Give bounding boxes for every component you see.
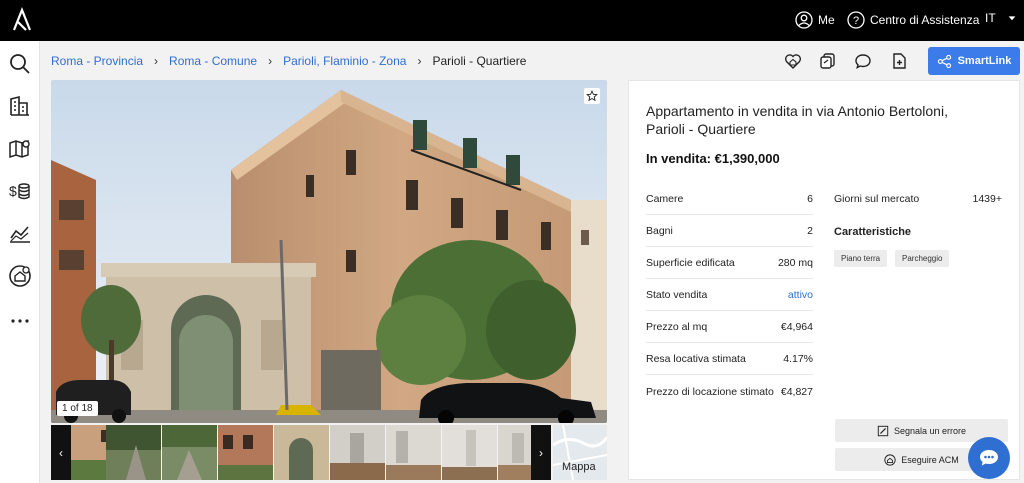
detail-row-prezzo-mq: Prezzo al mq €4,964 (646, 321, 813, 333)
detail-label: Resa locativa stimata (646, 353, 746, 365)
breadcrumb-provincia[interactable]: Roma - Provincia (51, 54, 143, 68)
thumbnail[interactable] (218, 425, 273, 480)
map-location-icon[interactable] (8, 137, 32, 161)
detail-label: Camere (646, 193, 684, 205)
detail-row-bagni: Bagni 2 (646, 225, 813, 237)
detail-value: 4.17% (783, 353, 813, 365)
user-icon (795, 11, 813, 29)
thumbnail[interactable] (330, 425, 385, 480)
more-icon[interactable] (8, 309, 32, 333)
feature-chip: Parcheggio (895, 250, 950, 267)
detail-row-resa: Resa locativa stimata 4.17% (646, 353, 813, 365)
detail-value: 6 (807, 193, 813, 205)
divider (646, 374, 813, 375)
days-on-market: Giorni sul mercato 1439+ (834, 193, 1002, 205)
add-document-icon[interactable] (890, 52, 908, 70)
help-label: Centro di Assistenza (870, 13, 980, 27)
breadcrumb-current: Parioli - Quartiere (432, 54, 527, 68)
report-error-label: Segnala un errore (893, 425, 967, 436)
photo-counter: 1 of 18 (57, 401, 98, 416)
listing-price: In vendita: €1,390,000 (646, 151, 780, 166)
star-icon (586, 90, 598, 102)
detail-value: 280 mq (777, 257, 813, 269)
thumbnail[interactable] (106, 425, 161, 480)
breadcrumb-separator: › (417, 54, 422, 68)
favorite-home-icon[interactable] (784, 52, 802, 70)
me-menu[interactable]: Me (795, 11, 835, 29)
detail-label: Bagni (646, 225, 673, 237)
home-value-icon[interactable] (8, 264, 32, 288)
thumbnail-next-button[interactable]: › (531, 425, 551, 480)
detail-row-stato: Stato vendita attivo (646, 289, 813, 301)
favorite-star-button[interactable] (584, 88, 600, 104)
copy-link-icon[interactable] (819, 52, 837, 70)
detail-value: €4,964 (780, 321, 813, 333)
days-label: Giorni sul mercato (834, 193, 920, 205)
comment-icon[interactable] (854, 52, 872, 70)
top-bar: Me ? Centro di Assistenza IT (0, 0, 1024, 41)
valuation-icon[interactable]: $ (8, 179, 32, 203)
detail-label: Prezzo al mq (646, 321, 708, 333)
language-select[interactable]: IT (985, 11, 1017, 25)
listing-title: Appartamento in vendita in via Antonio B… (646, 103, 948, 137)
divider (646, 310, 813, 311)
market-trends-icon[interactable] (8, 222, 32, 246)
detail-value: 2 (807, 225, 813, 237)
breadcrumb-separator: › (268, 54, 273, 68)
detail-label: Prezzo di locazione stimato (646, 386, 774, 398)
features-title: Caratteristiche (834, 226, 912, 238)
thumbnail[interactable] (274, 425, 329, 480)
detail-label: Superficie edificata (646, 257, 735, 269)
help-icon: ? (847, 11, 865, 29)
smartlink-button[interactable]: SmartLink (928, 47, 1020, 75)
feature-chip: Piano terra (834, 250, 888, 267)
logo-icon[interactable] (8, 6, 36, 34)
help-center-link[interactable]: ? Centro di Assistenza (847, 11, 979, 29)
thumbnail[interactable] (386, 425, 441, 480)
thumbnail[interactable] (162, 425, 217, 480)
detail-row-superficie: Superficie edificata 280 mq (646, 257, 813, 269)
me-label: Me (818, 13, 835, 27)
detail-row-locazione: Prezzo di locazione stimato €4,827 (646, 386, 813, 398)
breadcrumb: Roma - Provincia › Roma - Comune › Pario… (51, 54, 526, 68)
svg-text:?: ? (853, 15, 859, 27)
breadcrumb-zona[interactable]: Parioli, Flaminio - Zona (283, 54, 406, 68)
days-value: 1439+ (972, 193, 1003, 205)
caret-down-icon (1008, 16, 1016, 21)
main-property-photo[interactable] (51, 80, 607, 423)
smartlink-label: SmartLink (957, 55, 1012, 67)
breadcrumb-comune[interactable]: Roma - Comune (169, 54, 257, 68)
home-value-icon (884, 453, 896, 466)
search-icon[interactable] (8, 52, 32, 76)
sidebar: $ (0, 41, 40, 483)
svg-text:$: $ (9, 183, 17, 199)
share-icon (937, 54, 951, 68)
thumbnail-strip (51, 425, 551, 480)
divider (646, 214, 813, 215)
language-label: IT (985, 11, 996, 25)
divider (646, 342, 813, 343)
breadcrumb-separator: › (154, 54, 159, 68)
divider (646, 246, 813, 247)
map-label[interactable]: Mappa (562, 461, 596, 473)
thumbnail-prev-button[interactable]: ‹ (51, 425, 71, 480)
chat-button[interactable] (968, 437, 1010, 479)
detail-row-camere: Camere 6 (646, 193, 813, 205)
edit-icon (877, 425, 889, 436)
status-link[interactable]: attivo (788, 289, 813, 301)
detail-label: Stato vendita (646, 289, 708, 301)
thumbnail[interactable] (442, 425, 497, 480)
detail-value: €4,827 (780, 386, 813, 398)
buildings-icon[interactable] (8, 94, 32, 118)
divider (646, 278, 813, 279)
run-acm-label: Eseguire ACM (901, 454, 959, 465)
chat-bubble-icon (980, 450, 998, 466)
